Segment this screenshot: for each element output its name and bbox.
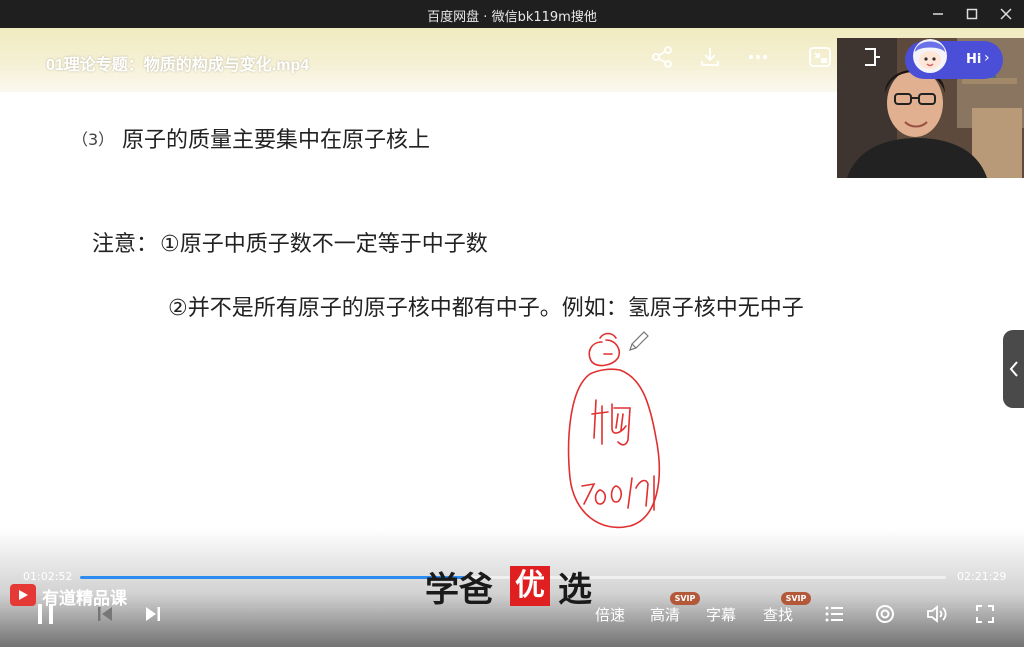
chevron-left-icon [1009,361,1018,377]
minimize-icon[interactable] [926,2,950,26]
download-icon[interactable] [697,44,723,70]
close-icon[interactable] [994,2,1018,26]
youdao-logo-icon [10,584,36,606]
share-icon[interactable] [649,44,675,70]
assistant-label[interactable]: Hi [966,52,981,67]
slide-note-label: 注意： [92,232,159,257]
slide-line-text: 原子的质量主要集中在原子核上 [122,128,431,153]
watermark-right: 选 [558,570,592,610]
fullscreen-icon[interactable] [973,602,997,626]
current-time: 01:02:52 [23,570,73,583]
previous-icon[interactable] [93,602,117,626]
quality-button[interactable]: 高清 [650,604,680,625]
volume-icon[interactable] [925,602,949,626]
video-title: 01理论专题：物质的构成与变化.mp4 [46,57,310,74]
maximize-icon[interactable] [960,2,984,26]
window-title: 百度网盘 · 微信bk119m搜他 [427,10,597,25]
window-title-bar: 百度网盘 · 微信bk119m搜他 [0,0,1024,28]
danmaku-icon[interactable] [873,602,897,626]
slide-note-2: ②并不是所有原子的原子核中都有中子。例如：氢原子核中无中子 [168,296,804,321]
playlist-icon[interactable] [822,602,846,626]
total-time: 02:21:29 [957,570,1007,583]
chevron-right-icon: › [984,50,990,66]
search-button[interactable]: 查找 [763,604,793,625]
subtitle-button[interactable]: 字幕 [706,604,736,625]
watermark-middle: 优 [510,566,550,606]
pen-cursor-icon [626,328,652,354]
handwritten-ink-drawing [567,332,661,529]
slide-note-1: ①原子中质子数不一定等于中子数 [160,232,488,257]
assistant-avatar-icon[interactable] [906,30,954,78]
slide-line-number: （3） [72,130,115,149]
side-panel-toggle[interactable] [1003,330,1024,408]
picture-in-picture-icon[interactable] [807,44,833,70]
more-icon[interactable] [745,44,771,70]
pause-button[interactable] [34,600,58,628]
watermark-left: 学爸 [425,570,493,610]
camera-toggle-icon[interactable] [861,47,881,67]
speed-button[interactable]: 倍速 [595,604,625,625]
progress-fill [80,576,465,579]
next-icon[interactable] [141,602,165,626]
